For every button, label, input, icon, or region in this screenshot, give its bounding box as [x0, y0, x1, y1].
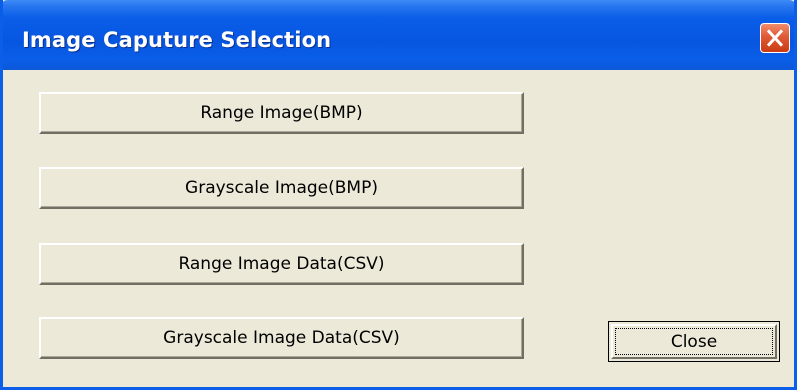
title-bar[interactable]: Image Caputure Selection — [3, 0, 794, 70]
range-image-bmp-label: Range Image(BMP) — [200, 103, 363, 123]
range-image-bmp-button[interactable]: Range Image(BMP) — [39, 92, 524, 134]
range-image-data-csv-button[interactable]: Range Image Data(CSV) — [39, 243, 524, 285]
close-button-face: Close — [611, 324, 777, 359]
close-button[interactable]: Close — [608, 321, 780, 362]
close-icon[interactable] — [760, 23, 790, 53]
dialog-window: Image Caputure Selection Range Image(BMP… — [0, 0, 797, 390]
grayscale-image-data-csv-button[interactable]: Grayscale Image Data(CSV) — [39, 317, 524, 359]
focus-rectangle — [615, 328, 773, 355]
grayscale-image-bmp-button[interactable]: Grayscale Image(BMP) — [39, 167, 524, 209]
dialog-client-area: Range Image(BMP) Grayscale Image(BMP) Ra… — [3, 70, 794, 387]
window-title: Image Caputure Selection — [22, 28, 332, 52]
grayscale-image-data-csv-label: Grayscale Image Data(CSV) — [163, 328, 400, 348]
range-image-data-csv-label: Range Image Data(CSV) — [178, 254, 385, 274]
grayscale-image-bmp-label: Grayscale Image(BMP) — [185, 178, 378, 198]
